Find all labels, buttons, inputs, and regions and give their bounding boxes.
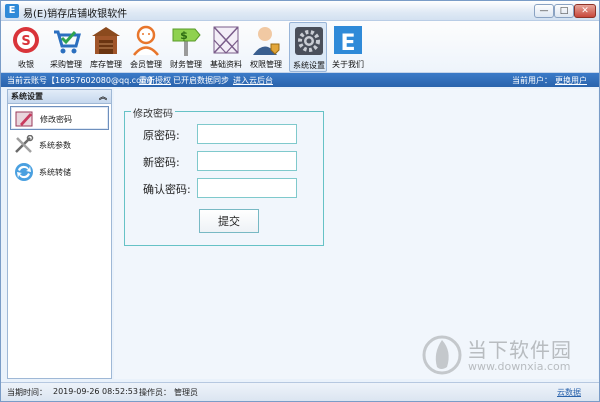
enter-cloud-link[interactable]: 进入云后台 bbox=[233, 75, 273, 86]
app-logo-icon: E bbox=[5, 4, 19, 18]
switch-user-link[interactable]: 更换用户 bbox=[555, 75, 587, 86]
watermark-name: 当下软件园 bbox=[467, 338, 572, 362]
toolbar-inventory-button[interactable]: 库存管理 bbox=[87, 22, 125, 72]
current-user-label: 当前用户： bbox=[512, 76, 552, 85]
permission-icon bbox=[253, 27, 280, 55]
submit-button[interactable]: 提交 bbox=[199, 209, 259, 233]
cloud-account-text: 当前云账号【16957602080@qq.com】 bbox=[7, 76, 157, 85]
basic-data-icon bbox=[213, 26, 239, 54]
password-edit-icon bbox=[15, 111, 33, 127]
sidebar-item-label: 系统参数 bbox=[39, 141, 71, 150]
toolbar-cashier-button[interactable]: S 收银 bbox=[7, 22, 45, 72]
operator-label: 操作员： bbox=[139, 388, 171, 397]
sidebar-header[interactable]: 系统设置 ︽ bbox=[8, 90, 111, 104]
cart-icon bbox=[54, 30, 81, 54]
new-password-label: 新密码: bbox=[143, 156, 180, 169]
cloud-data-link[interactable]: 云数据 bbox=[557, 387, 581, 398]
toolbar-label: 权限管理 bbox=[250, 60, 282, 69]
time-label: 当期时间： bbox=[7, 388, 47, 397]
about-icon: E bbox=[334, 26, 362, 56]
window-title: 易(E)销存店铺收银软件 bbox=[23, 9, 128, 20]
sidebar-item-label: 系统转储 bbox=[39, 168, 71, 177]
toolbar-finance-button[interactable]: $ 财务管理 bbox=[167, 22, 205, 72]
account-bar: 当前云账号【16957602080@qq.com】 重新授权 已开启数据同步 进… bbox=[1, 73, 599, 87]
reauthorize-link[interactable]: 重新授权 bbox=[139, 75, 171, 86]
change-password-group: 修改密码 原密码: 新密码: 确认密码: 提交 bbox=[124, 105, 324, 246]
sidebar-item-change-password[interactable]: 修改密码 bbox=[10, 106, 109, 130]
old-password-label: 原密码: bbox=[143, 129, 180, 142]
watermark: 当下软件园 www.downxia.com bbox=[421, 331, 591, 376]
cashier-icon: S bbox=[13, 27, 39, 53]
watermark-url: www.downxia.com bbox=[468, 360, 571, 373]
close-button[interactable]: ✕ bbox=[574, 4, 596, 18]
toolbar-about-button[interactable]: E 关于我们 bbox=[329, 22, 367, 72]
app-window: E 易(E)销存店铺收银软件 — □ ✕ S 收银 采购管理 库存管理 会员管理… bbox=[0, 0, 600, 402]
svg-text:S: S bbox=[21, 34, 30, 49]
sidebar-item-label: 修改密码 bbox=[40, 115, 72, 124]
main-toolbar: S 收银 采购管理 库存管理 会员管理 $ 财务管理 基础资料 权限管理 系统设… bbox=[1, 21, 599, 73]
new-password-input[interactable] bbox=[197, 151, 297, 171]
sidebar-item-system-dump[interactable]: 系统转储 bbox=[10, 160, 109, 184]
operator-value: 管理员 bbox=[174, 388, 198, 397]
transfer-icon bbox=[15, 163, 33, 181]
sidebar: 系统设置 ︽ 修改密码 系统参数 系统转储 bbox=[7, 89, 112, 379]
finance-icon: $ bbox=[172, 28, 201, 56]
toolbar-purchase-button[interactable]: 采购管理 bbox=[47, 22, 85, 72]
confirm-password-label: 确认密码: bbox=[143, 183, 191, 196]
toolbar-settings-button[interactable]: 系统设置 bbox=[289, 22, 327, 72]
member-icon bbox=[133, 25, 159, 56]
minimize-button[interactable]: — bbox=[534, 4, 554, 18]
warehouse-icon bbox=[92, 27, 120, 54]
status-bar: 当期时间： 2019-09-26 08:52:53 操作员： 管理员 云数据 bbox=[1, 382, 599, 401]
svg-text:E: E bbox=[340, 31, 355, 56]
toolbar-label: 关于我们 bbox=[332, 60, 364, 69]
tools-icon bbox=[15, 135, 34, 153]
watermark-logo-icon bbox=[422, 335, 462, 375]
maximize-button[interactable]: □ bbox=[554, 4, 574, 18]
gear-icon bbox=[295, 27, 323, 55]
toolbar-member-button[interactable]: 会员管理 bbox=[127, 22, 165, 72]
old-password-input[interactable] bbox=[197, 124, 297, 144]
collapse-icon[interactable]: ︽ bbox=[99, 90, 107, 104]
toolbar-basic-data-button[interactable]: 基础资料 bbox=[207, 22, 245, 72]
svg-text:$: $ bbox=[180, 29, 188, 42]
confirm-password-input[interactable] bbox=[197, 178, 297, 198]
sidebar-item-system-params[interactable]: 系统参数 bbox=[10, 133, 109, 157]
sync-status-text: 已开启数据同步 bbox=[173, 76, 229, 85]
toolbar-permission-button[interactable]: 权限管理 bbox=[247, 22, 285, 72]
time-value: 2019-09-26 08:52:53 bbox=[53, 387, 138, 396]
sidebar-title: 系统设置 bbox=[11, 92, 43, 101]
group-legend: 修改密码 bbox=[131, 105, 175, 120]
title-bar: E 易(E)销存店铺收银软件 — □ ✕ bbox=[1, 1, 599, 21]
